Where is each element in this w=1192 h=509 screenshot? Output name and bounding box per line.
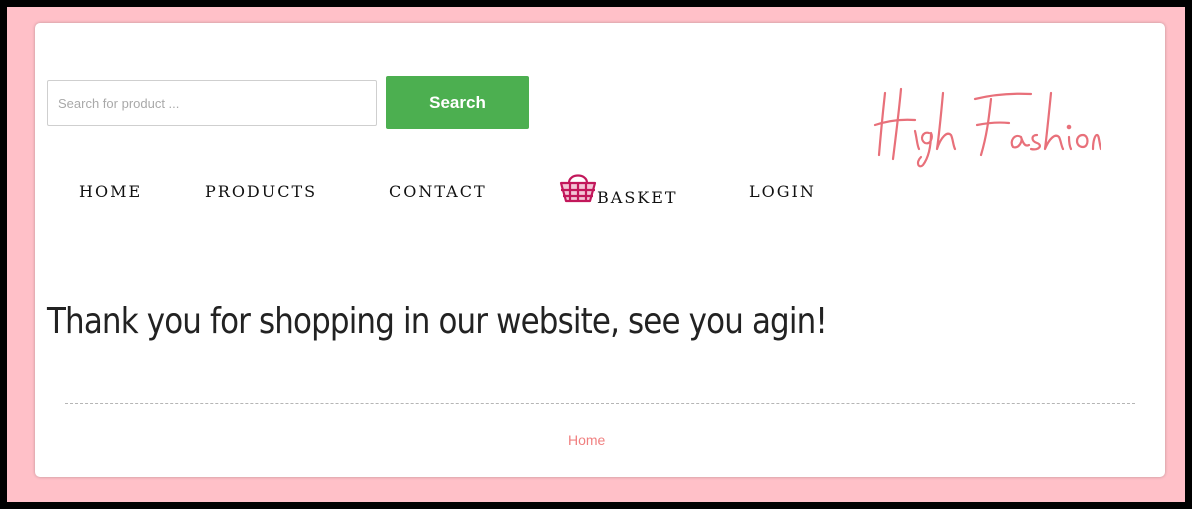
main-nav: HOME PRODUCTS CONTACT BASKET LOGIN bbox=[35, 169, 865, 229]
page-frame: Search for product ... Search HOME PRODU… bbox=[7, 7, 1185, 502]
divider bbox=[65, 403, 1135, 404]
basket-icon bbox=[559, 174, 597, 203]
basket-label: BASKET bbox=[597, 188, 678, 207]
search-input[interactable] bbox=[47, 80, 377, 126]
nav-item-contact[interactable]: CONTACT bbox=[389, 182, 487, 201]
nav-item-login[interactable]: LOGIN bbox=[749, 182, 816, 201]
high-fashion-logo[interactable] bbox=[871, 79, 1101, 169]
nav-item-products[interactable]: PRODUCTS bbox=[205, 182, 317, 201]
content-card: Search for product ... Search HOME PRODU… bbox=[35, 23, 1165, 477]
breadcrumb-home-link[interactable]: Home bbox=[568, 432, 605, 448]
nav-item-home[interactable]: HOME bbox=[79, 182, 142, 201]
thank-you-message: Thank you for shopping in our website, s… bbox=[47, 301, 828, 342]
search-button[interactable]: Search bbox=[386, 76, 529, 129]
